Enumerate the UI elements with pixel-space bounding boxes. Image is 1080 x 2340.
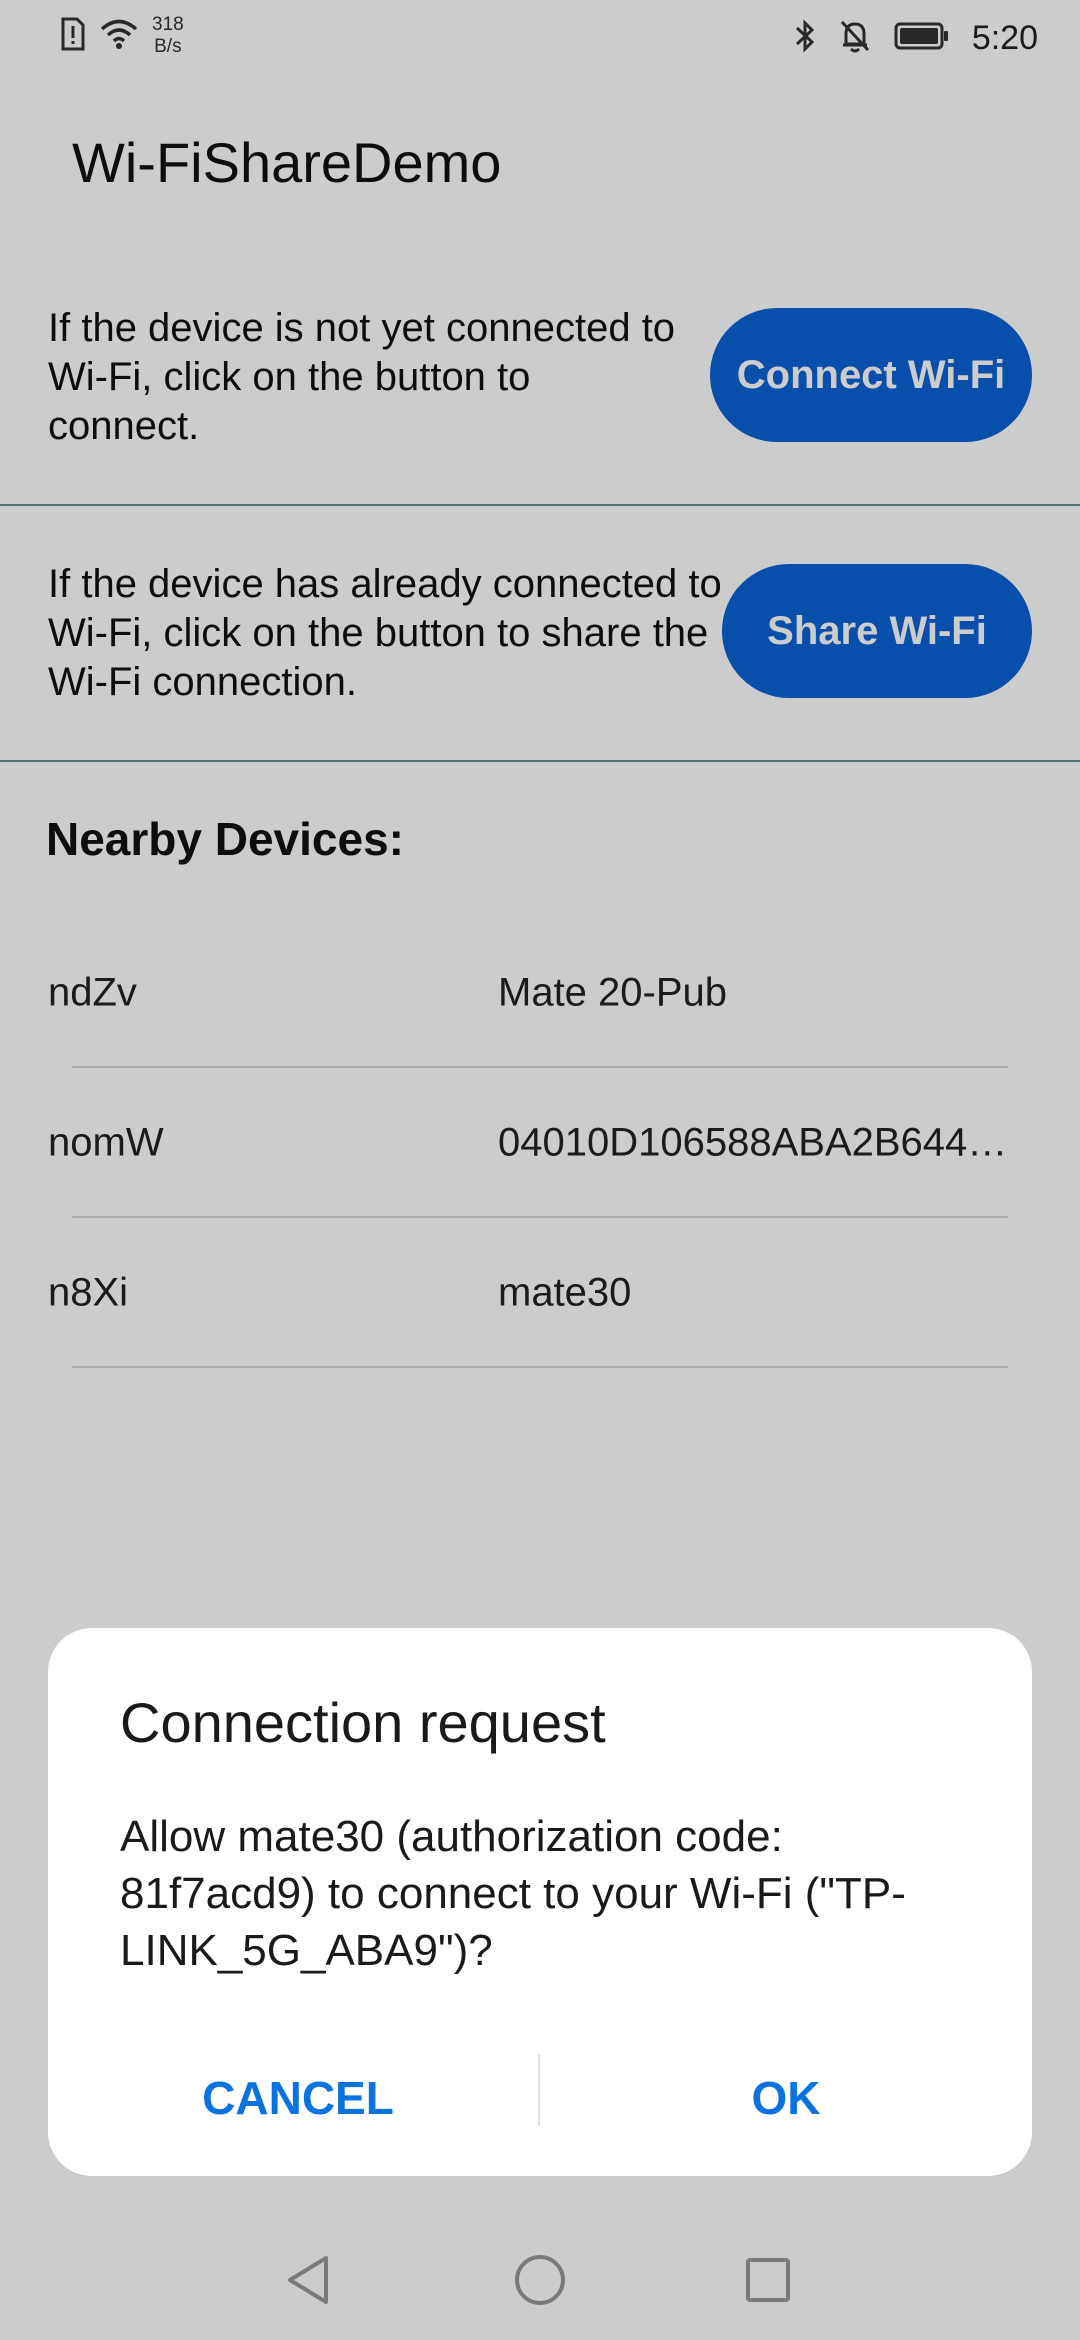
back-icon[interactable] — [278, 2250, 338, 2310]
connection-request-dialog: Connection request Allow mate30 (authori… — [48, 1628, 1032, 2176]
ok-button[interactable]: OK — [556, 2058, 1016, 2138]
button-divider — [538, 2054, 540, 2126]
cancel-button[interactable]: CANCEL — [68, 2058, 528, 2138]
recents-icon[interactable] — [738, 2250, 798, 2310]
dialog-title: Connection request — [120, 1691, 606, 1754]
app-screen: 318 B/s 5:20 Wi-FiShareDemo If the devic… — [0, 0, 1080, 2340]
home-icon[interactable] — [510, 2250, 570, 2310]
dialog-message: Allow mate30 (authorization code: 81f7ac… — [120, 1812, 906, 1975]
navigation-bar — [0, 2220, 1080, 2340]
